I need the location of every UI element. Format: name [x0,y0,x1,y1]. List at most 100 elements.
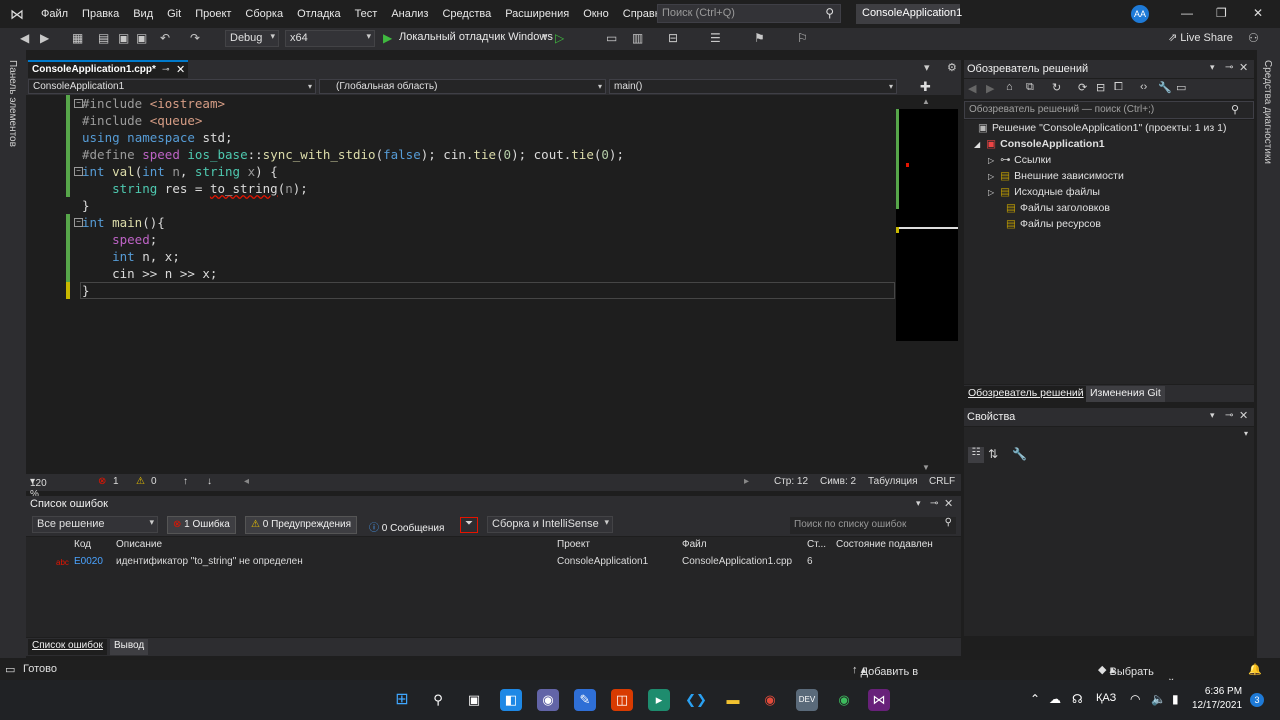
chrome-icon[interactable]: ◉ [759,689,781,711]
comment-icon[interactable]: ☰ [710,31,721,45]
scroll-right-icon[interactable]: ▸ [744,476,749,487]
chevron-down-icon[interactable]: ▾ [542,31,547,42]
feedback-icon[interactable]: ⚇ [1248,31,1259,45]
filter-icon[interactable]: ⏷ [460,517,478,533]
search-input[interactable]: Поиск (Ctrl+Q) ⚲ [657,4,841,23]
collapse-all-icon[interactable]: ⊟ [1096,81,1105,94]
scope-nav-select[interactable]: (Глобальная область) ▾ [319,79,606,94]
table-row[interactable]: abc E0020 идентификатор "to_string" не о… [26,554,961,571]
save-all-icon[interactable]: ▣ [136,31,147,45]
back-icon[interactable]: ◀ [968,82,976,95]
pin-icon[interactable]: ⊸ [930,498,938,509]
alphabetical-icon[interactable]: ⇅ [988,447,998,461]
platform-select[interactable]: x64 ▾ [285,30,375,47]
minimize-icon[interactable]: — [1181,6,1193,20]
tab-output[interactable]: Вывод [110,639,149,655]
open-icon[interactable]: ▤ [98,31,109,45]
tab-error-list[interactable]: Список ошибок [28,639,107,655]
whiteboard-icon[interactable]: ✎ [574,689,596,711]
error-code-link[interactable]: E0020 [74,556,103,567]
close-tab-icon[interactable]: ✕ [176,63,185,76]
menu-build[interactable]: Сборка [238,8,290,20]
split-icon[interactable]: ✚ [920,79,931,95]
warning-count-icon[interactable]: ⚠ [136,476,145,487]
tree-node-project[interactable]: ◢ ▣ ConsoleApplication1 [974,138,1105,150]
minimap[interactable] [896,109,958,341]
tab-consoleapplication1-cpp[interactable]: ConsoleApplication1.cpp* ⊸ ✕ [28,60,188,78]
scope-select[interactable]: Все решение ▾ [32,516,158,533]
settings-gear-icon[interactable]: ⚙ [947,61,957,74]
error-search-input[interactable]: Поиск по списку ошибок ⚲ [790,517,956,534]
menu-extensions[interactable]: Расширения [498,8,576,20]
pin-icon[interactable]: ⊸ [162,64,170,75]
column-project[interactable]: Проект [557,539,590,550]
error-count-icon[interactable]: ⊗ [98,476,106,487]
new-project-icon[interactable]: ▦ [72,31,83,45]
chevron-down-icon[interactable]: ▾ [1210,410,1215,421]
column-line[interactable]: Ст... [807,539,826,550]
code-icon[interactable]: ‹› [1140,81,1147,93]
column-file[interactable]: Файл [682,539,707,550]
avatar[interactable]: АА [1131,5,1149,23]
scroll-down-icon[interactable]: ▼ [922,463,930,472]
wifi-icon[interactable]: ◠ [1130,692,1140,706]
column-indicator[interactable]: Симв: 2 [820,476,856,487]
tab-solution-explorer[interactable]: Обозреватель решений [964,386,1088,402]
project-nav-select[interactable]: ConsoleApplication1 ▾ [28,79,316,94]
code-editor[interactable]: − − − #include <iostream> #include <queu… [26,95,896,473]
language-indicator[interactable]: ҚАЗ [1096,692,1116,704]
office-icon[interactable]: ◫ [611,689,633,711]
start-without-debug-icon[interactable]: ▷ [555,31,564,45]
categorized-icon[interactable]: ☷ [968,447,984,463]
chrome-profile-icon[interactable]: ◉ [833,689,855,711]
editor-scrollbar[interactable]: ▲ ▼ [896,95,958,473]
search-icon[interactable]: ⚲ [427,689,449,711]
chevron-down-icon[interactable]: ▾ [916,498,921,509]
close-icon[interactable]: ✕ [944,497,953,510]
teams-chat-icon[interactable]: ◉ [537,689,559,711]
forward-icon[interactable]: ▶ [40,31,49,45]
tree-node-external-dependencies[interactable]: ▷ ▤ Внешние зависимости [988,170,1124,182]
close-icon[interactable]: ✕ [1239,61,1248,74]
build-filter-select[interactable]: Сборка и IntelliSense ▾ [487,516,613,533]
history-icon[interactable]: ↻ [1052,81,1061,94]
layout-icon[interactable]: ▥ [632,31,643,45]
visual-studio-logo-icon[interactable]: ⋈ [10,6,28,22]
run-debugger-button[interactable]: Локальный отладчик Windows [399,31,553,43]
menu-debug[interactable]: Отладка [290,8,347,20]
close-icon[interactable]: ✕ [1239,409,1248,422]
column-description[interactable]: Описание [116,539,162,550]
show-all-files-icon[interactable]: ⧠ [1114,81,1123,94]
scroll-left-icon[interactable]: ◂ [244,476,249,487]
indent-indicator[interactable]: Табуляция [868,476,918,487]
preview-icon[interactable]: ▭ [1176,81,1186,94]
weather-icon[interactable]: ☁ [1049,692,1061,706]
chevron-down-icon[interactable]: ▾ [1210,62,1215,73]
menu-project[interactable]: Проект [188,8,238,20]
home-icon[interactable]: ⌂ [1006,81,1013,93]
messages-filter-button[interactable]: ⓘ 0 Сообщения [363,516,450,534]
menu-window[interactable]: Окно [576,8,616,20]
chevron-down-icon[interactable]: ▾ [924,61,930,74]
configuration-select[interactable]: Debug ▾ [225,30,279,47]
member-nav-select[interactable]: main() ▾ [609,79,897,94]
next-issue-icon[interactable]: ↓ [207,476,212,487]
terminal-icon[interactable]: ▸ [648,689,670,711]
volume-icon[interactable]: 🔈 [1151,692,1166,706]
tree-node-references[interactable]: ▷ ⊶ Ссылки [988,154,1051,166]
menu-test[interactable]: Тест [348,8,385,20]
redo-icon[interactable]: ↷ [190,31,200,45]
forward-icon[interactable]: ▶ [986,82,994,95]
file-explorer-icon[interactable]: ▬ [722,689,744,711]
select-repository-button[interactable]: ◆ Выбрать репозиторий ▴ [1098,663,1174,690]
pin-icon[interactable]: ⊸ [1225,62,1233,73]
close-icon[interactable]: ✕ [1253,6,1263,20]
diagnostic-tools-tab[interactable]: Средства диагностики [1262,60,1273,164]
notification-count-badge[interactable]: 3 [1250,693,1264,707]
column-suppression-state[interactable]: Состояние подавлен [836,539,933,550]
scroll-up-icon[interactable]: ▲ [922,97,930,106]
windows-start-icon[interactable]: ⊞ [391,689,413,711]
menu-view[interactable]: Вид [126,8,160,20]
tab-git-changes[interactable]: Изменения Git [1086,386,1165,402]
sync-icon[interactable]: ⟳ [1078,81,1087,94]
